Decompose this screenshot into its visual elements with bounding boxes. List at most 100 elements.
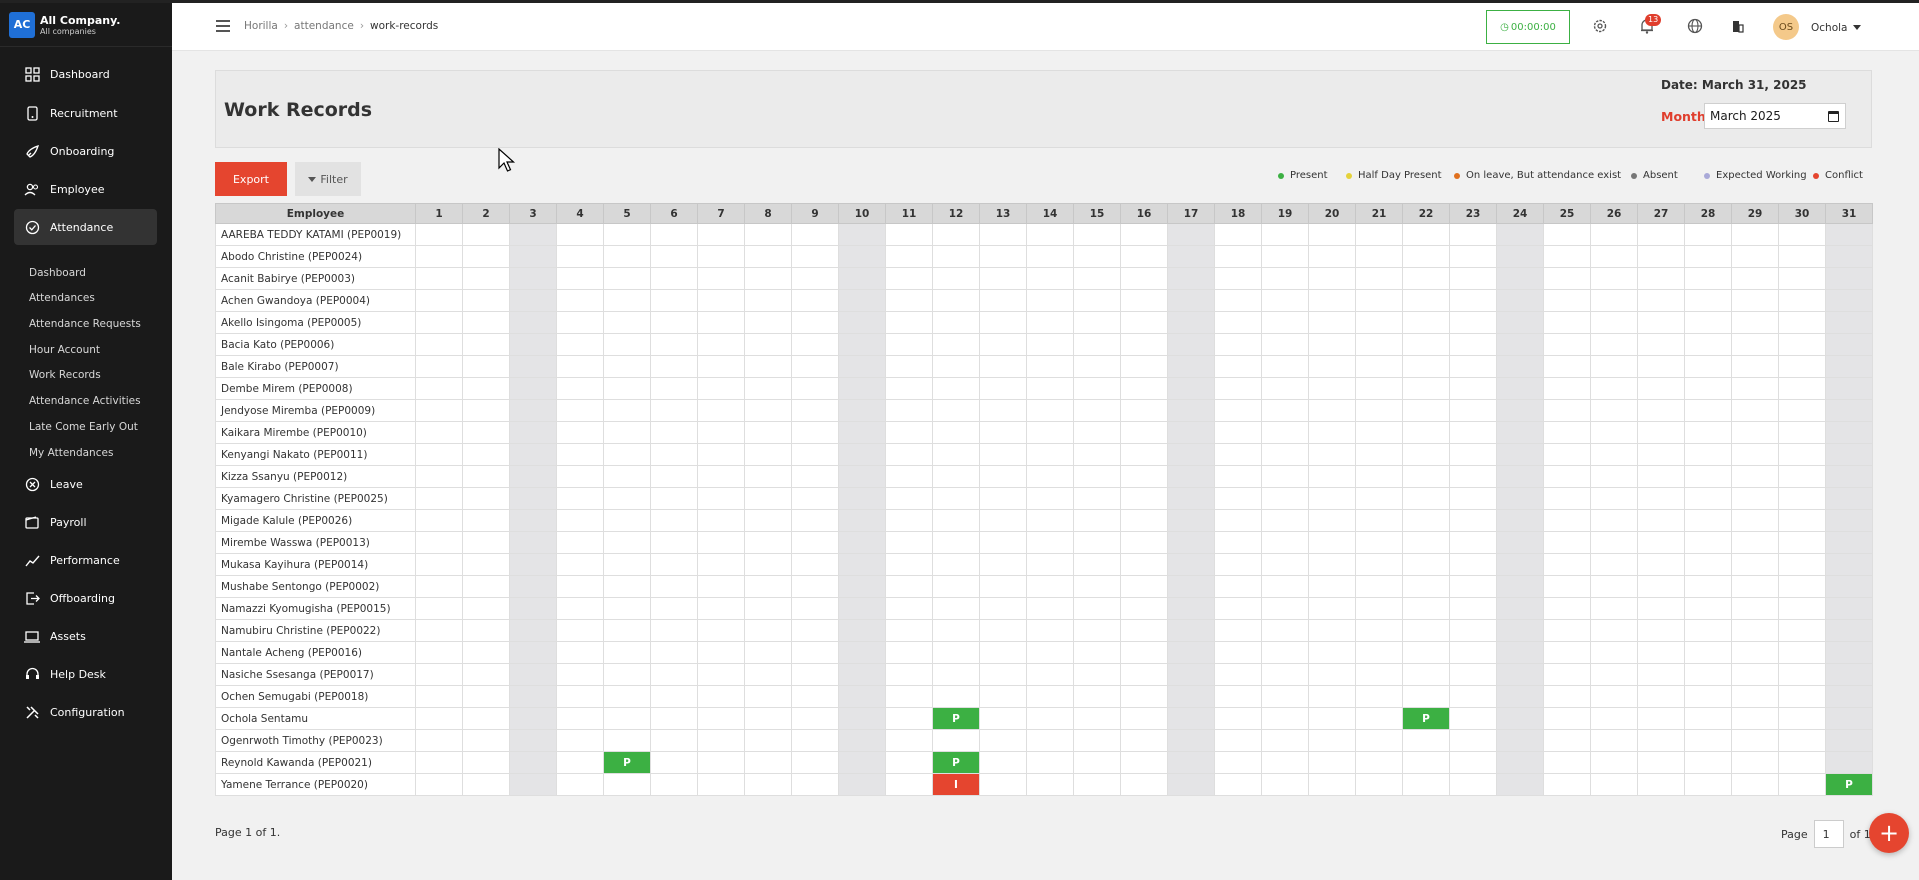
day-cell (462, 289, 510, 312)
day-cell (1449, 751, 1497, 774)
day-cell (1402, 267, 1450, 290)
day-cell (1167, 487, 1215, 510)
sidebar-item-assets[interactable]: Assets (14, 618, 157, 654)
month-picker-input[interactable]: March 2025 (1704, 103, 1846, 129)
day-cell (838, 751, 886, 774)
breadcrumb-home[interactable]: Horilla (244, 20, 278, 32)
day-cell (1026, 355, 1074, 378)
present-mark[interactable]: P (1402, 707, 1450, 730)
day-cell (1590, 289, 1638, 312)
user-name[interactable]: Ochola (1811, 22, 1847, 34)
day-cell (1543, 619, 1591, 642)
day-cell (697, 773, 745, 796)
sidebar-item-performance[interactable]: Performance (14, 542, 157, 578)
day-cell (1167, 289, 1215, 312)
attendance-subitem-late-come-early-out[interactable]: Late Come Early Out (29, 421, 138, 433)
legend-on-leave-but-attendance-exist[interactable]: On leave, But attendance exist (1454, 170, 1621, 181)
legend-expected-working[interactable]: Expected Working (1704, 170, 1807, 181)
employee-name-cell: Ogenrwoth Timothy (PEP0023) (215, 729, 416, 752)
sidebar-item-onboarding[interactable]: Onboarding (14, 133, 157, 169)
attendance-subitem-attendance-requests[interactable]: Attendance Requests (29, 318, 141, 330)
day-cell (1449, 597, 1497, 620)
attendance-subitem-work-records[interactable]: Work Records (29, 369, 101, 381)
export-button[interactable]: Export (215, 162, 287, 196)
page-number-input[interactable]: 1 (1813, 820, 1844, 848)
attendance-subitem-dashboard[interactable]: Dashboard (29, 267, 86, 279)
company-switcher[interactable]: AC All Company. All companies (0, 3, 172, 47)
legend-absent[interactable]: Absent (1631, 170, 1678, 181)
present-mark[interactable]: P (1825, 773, 1873, 796)
sidebar-item-attendance[interactable]: Attendance (14, 209, 157, 245)
day-cell (791, 619, 839, 642)
sidebar-item-recruitment[interactable]: Recruitment (14, 95, 157, 131)
day-cell (1402, 773, 1450, 796)
menu-toggle-icon[interactable] (216, 20, 230, 32)
day-cell (838, 223, 886, 246)
tools-icon (24, 704, 40, 720)
company-building-icon[interactable] (1729, 17, 1747, 35)
day-cell (791, 707, 839, 730)
sidebar-item-employee[interactable]: Employee (14, 171, 157, 207)
present-mark[interactable]: P (932, 751, 980, 774)
day-cell (932, 597, 980, 620)
day-cell (1731, 751, 1779, 774)
day-cell (1731, 509, 1779, 532)
language-globe-icon[interactable] (1686, 17, 1704, 35)
attendance-subitem-my-attendances[interactable]: My Attendances (29, 447, 113, 459)
day-cell (697, 377, 745, 400)
attendance-subitem-attendance-activities[interactable]: Attendance Activities (29, 395, 141, 407)
sidebar-item-help-desk[interactable]: Help Desk (14, 656, 157, 692)
day-cell (462, 619, 510, 642)
day-cell (885, 223, 933, 246)
day-cell (791, 267, 839, 290)
day-cell (744, 575, 792, 598)
day-cell (1825, 641, 1873, 664)
legend-conflict[interactable]: Conflict (1813, 170, 1863, 181)
present-mark[interactable]: P (932, 707, 980, 730)
day-cell (744, 311, 792, 334)
clock-in-timer[interactable]: ◷ 00:00:00 (1486, 10, 1570, 44)
sidebar-item-leave[interactable]: Leave (14, 466, 157, 502)
day-cell (979, 443, 1027, 466)
attendance-subitem-attendances[interactable]: Attendances (29, 292, 95, 304)
day-column-header: 10 (838, 203, 886, 224)
attendance-subitem-hour-account[interactable]: Hour Account (29, 344, 100, 356)
day-cell (1214, 729, 1262, 752)
filter-button[interactable]: Filter (295, 162, 361, 196)
day-cell (462, 333, 510, 356)
sidebar-item-offboarding[interactable]: Offboarding (14, 580, 157, 616)
day-cell (1637, 443, 1685, 466)
day-cell (744, 531, 792, 554)
day-cell (1167, 751, 1215, 774)
day-cell (1825, 443, 1873, 466)
add-plus-button[interactable]: + (1869, 813, 1909, 853)
day-cell (1261, 311, 1309, 334)
day-cell (885, 355, 933, 378)
present-mark[interactable]: P (603, 751, 651, 774)
day-cell (1496, 729, 1544, 752)
day-cell (1355, 289, 1403, 312)
day-column-header: 16 (1120, 203, 1168, 224)
day-cell (1261, 575, 1309, 598)
day-cell (1026, 267, 1074, 290)
user-avatar[interactable]: OS (1773, 14, 1799, 40)
day-cell (1308, 751, 1356, 774)
day-column-header: 20 (1308, 203, 1356, 224)
calendar-icon[interactable] (1828, 111, 1839, 122)
legend-dot-icon (1278, 172, 1284, 179)
day-cell (603, 729, 651, 752)
settings-gear-icon[interactable] (1591, 17, 1609, 35)
sidebar-item-payroll[interactable]: Payroll (14, 504, 157, 540)
legend-present[interactable]: Present (1278, 170, 1328, 181)
day-column-header: 13 (979, 203, 1027, 224)
day-cell (509, 553, 557, 576)
day-cell (885, 685, 933, 708)
user-menu-chevron-down-icon[interactable] (1853, 25, 1861, 30)
sidebar-item-configuration[interactable]: Configuration (14, 694, 157, 730)
day-cell (838, 553, 886, 576)
conflict-mark[interactable]: I (932, 773, 980, 796)
day-cell (1731, 553, 1779, 576)
breadcrumb-attendance[interactable]: attendance (294, 20, 354, 32)
sidebar-item-dashboard[interactable]: Dashboard (14, 56, 157, 92)
legend-half-day-present[interactable]: Half Day Present (1346, 170, 1442, 181)
